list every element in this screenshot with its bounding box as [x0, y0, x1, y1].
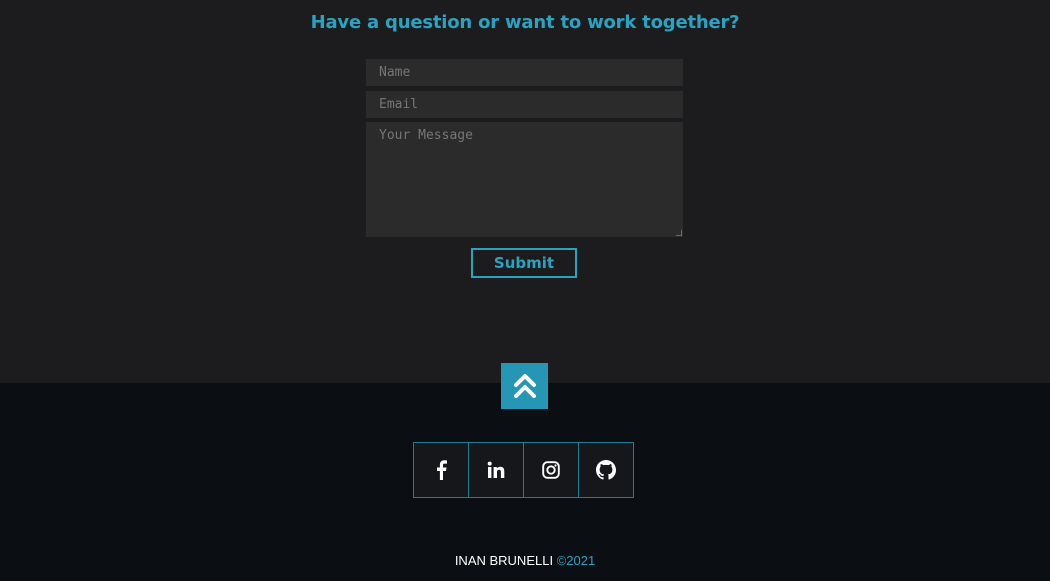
- contact-title: Have a question or want to work together…: [310, 12, 740, 33]
- footer-name: INAN BRUNELLI: [454, 553, 554, 568]
- github-icon: [596, 460, 616, 480]
- facebook-icon: [437, 460, 447, 480]
- footer-year: ©2021: [556, 553, 596, 568]
- facebook-link[interactable]: [413, 442, 469, 498]
- linkedin-icon: [487, 461, 505, 478]
- name-input[interactable]: [366, 59, 683, 86]
- instagram-link[interactable]: [523, 442, 579, 498]
- contact-section: Have a question or want to work together…: [0, 0, 1050, 383]
- submit-button[interactable]: Submit: [471, 248, 577, 278]
- github-link[interactable]: [578, 442, 634, 498]
- footer-credit: INAN BRUNELLI ©2021: [0, 553, 1050, 568]
- message-textarea[interactable]: [366, 122, 683, 237]
- double-chevron-up-icon: [513, 374, 536, 398]
- textarea-resize-handle[interactable]: [676, 230, 682, 236]
- email-input[interactable]: [366, 91, 683, 118]
- back-to-top-button[interactable]: [501, 363, 548, 409]
- linkedin-link[interactable]: [468, 442, 524, 498]
- instagram-icon: [542, 461, 560, 479]
- social-links: [413, 442, 634, 498]
